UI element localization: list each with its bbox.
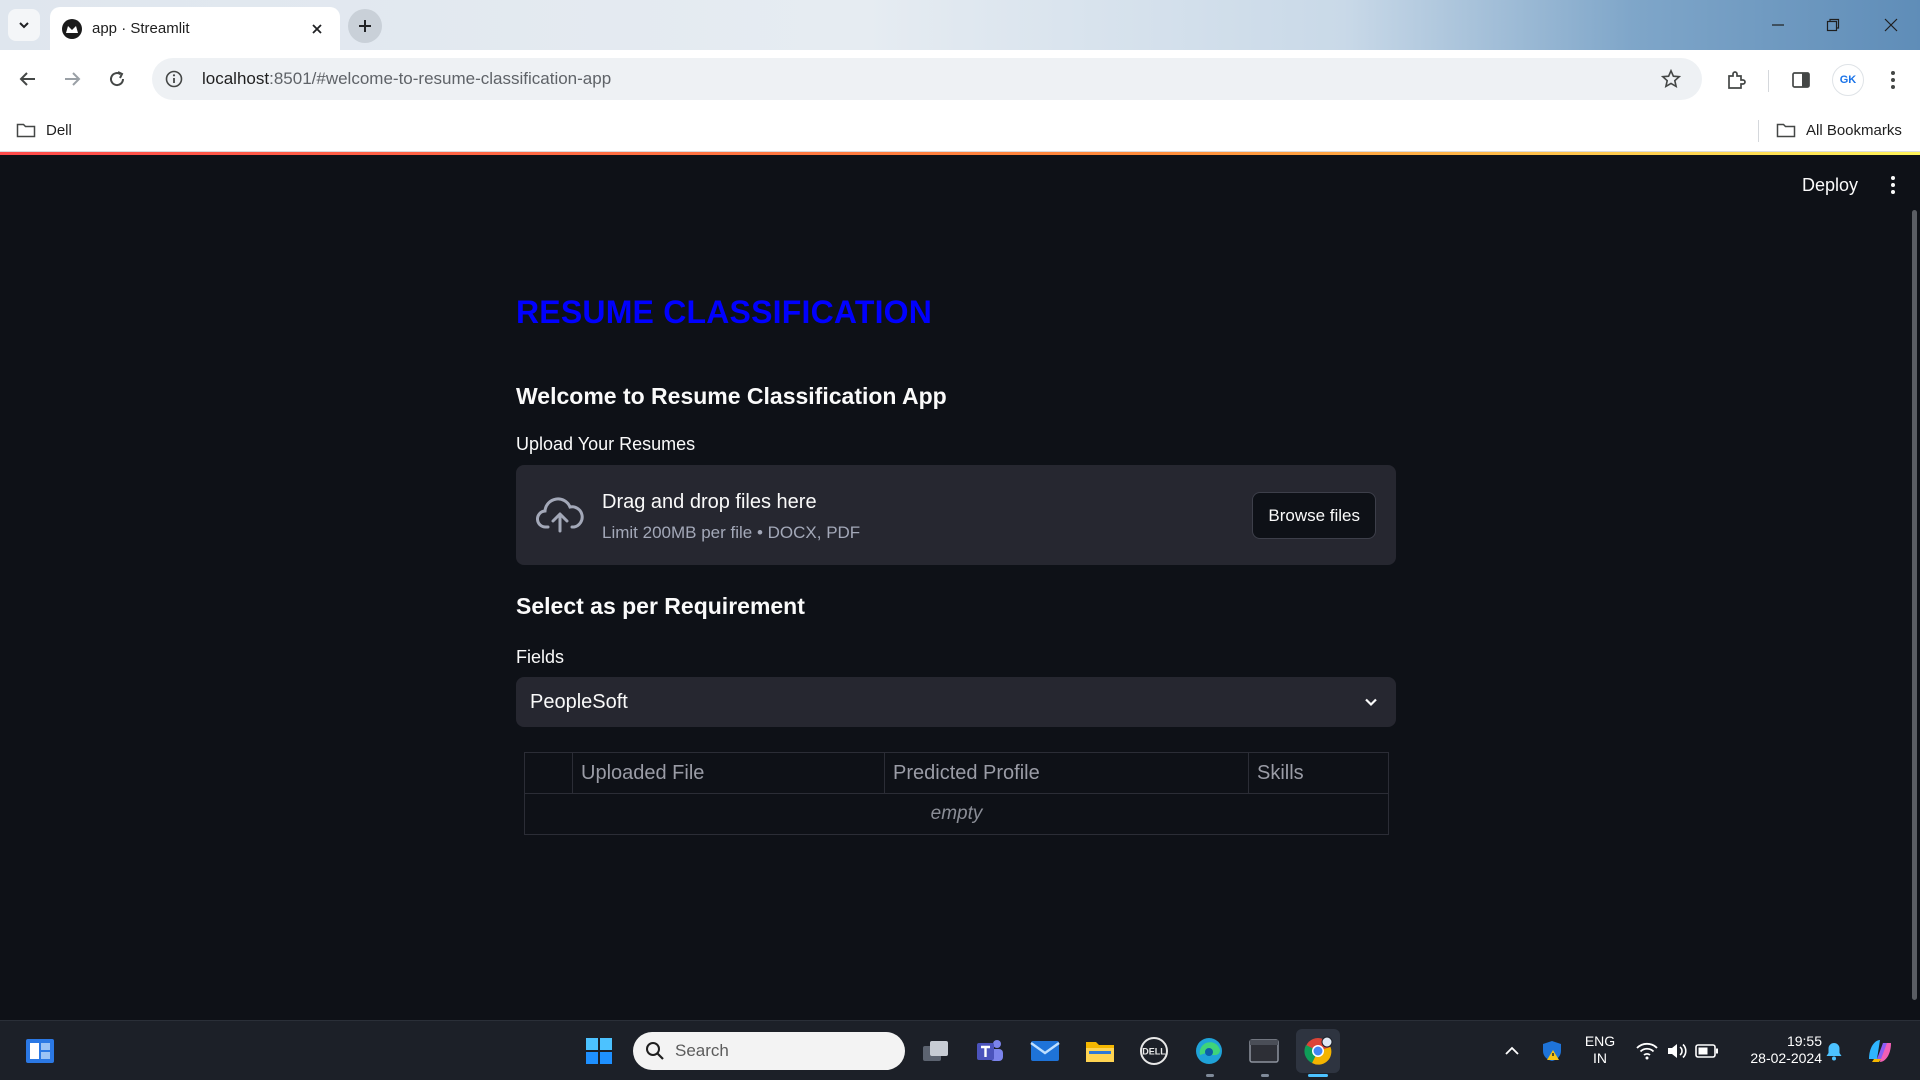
arrow-left-icon: [19, 72, 35, 86]
browse-files-button[interactable]: Browse files: [1252, 492, 1376, 539]
bookmark-star-icon[interactable]: [1656, 64, 1686, 94]
dell-app-icon[interactable]: DELL: [1132, 1029, 1176, 1073]
security-shield-icon[interactable]: [1530, 1029, 1574, 1073]
welcome-heading: Welcome to Resume Classification App: [516, 383, 947, 409]
new-tab-button[interactable]: [348, 9, 382, 43]
close-window-button[interactable]: [1868, 8, 1914, 42]
site-info-icon[interactable]: [160, 65, 188, 93]
scrollbar[interactable]: [1912, 210, 1917, 1000]
language-indicator[interactable]: ENG IN: [1578, 1033, 1622, 1067]
region-label: IN: [1593, 1050, 1607, 1066]
close-icon: [1884, 18, 1898, 32]
app-menu-icon[interactable]: [1878, 169, 1908, 201]
fields-select-value: PeopleSoft: [530, 690, 628, 713]
url-host: localhost: [202, 69, 270, 88]
all-bookmarks-label: All Bookmarks: [1806, 121, 1902, 139]
browser-tab[interactable]: app · Streamlit: [50, 7, 340, 50]
upload-label: Upload Your Resumes: [516, 434, 696, 454]
cloud-upload-icon: [536, 497, 584, 533]
dropzone-instructions: Drag and drop files here: [602, 491, 817, 513]
svg-text:DELL: DELL: [1142, 1047, 1166, 1057]
bookmarks-bar: Dell All Bookmarks: [0, 108, 1920, 152]
tab-search-button[interactable]: [8, 9, 40, 41]
clock-time: 19:55: [1786, 1033, 1822, 1049]
copilot-icon[interactable]: [1858, 1029, 1902, 1073]
column-header-uploaded-file[interactable]: Uploaded File: [573, 753, 885, 794]
file-explorer-icon[interactable]: [1078, 1029, 1122, 1073]
address-bar[interactable]: localhost:8501/#welcome-to-resume-classi…: [152, 58, 1702, 100]
close-tab-icon[interactable]: [306, 18, 328, 40]
language-label: ENG: [1584, 1033, 1616, 1049]
bookmarks-divider: [1758, 120, 1759, 142]
requirement-heading: Select as per Requirement: [516, 593, 805, 619]
battery-icon[interactable]: [1685, 1029, 1729, 1073]
dropzone-limit-text: Limit 200MB per file • DOCX, PDF: [602, 523, 861, 542]
browser-menu-icon[interactable]: [1877, 64, 1909, 96]
reload-button[interactable]: [101, 63, 133, 95]
system-clock[interactable]: 19:55 28-02-2024: [1732, 1033, 1822, 1067]
side-panel-icon[interactable]: [1785, 64, 1817, 96]
chevron-down-icon: [19, 22, 29, 29]
profile-initials: GK: [1839, 74, 1857, 86]
notification-bell-icon[interactable]: [1812, 1029, 1856, 1073]
chrome-active-indicator: [1308, 1074, 1328, 1077]
minimize-button[interactable]: [1755, 8, 1801, 42]
deploy-button[interactable]: Deploy: [1788, 167, 1872, 203]
streamlit-favicon-icon: [62, 18, 82, 39]
windows-start-icon[interactable]: [577, 1029, 621, 1073]
teams-icon[interactable]: [968, 1029, 1012, 1073]
terminal-running-indicator: [1261, 1074, 1269, 1077]
tray-overflow-icon[interactable]: [1490, 1029, 1534, 1073]
table-index-header: [525, 753, 573, 794]
plus-icon: [359, 20, 371, 32]
streamlit-app: Deploy RESUME CLASSIFICATION Welcome to …: [0, 155, 1920, 1020]
fields-select[interactable]: PeopleSoft: [516, 677, 1396, 727]
back-button[interactable]: [12, 63, 44, 95]
arrow-right-icon: [65, 72, 81, 86]
restore-button[interactable]: [1810, 8, 1856, 42]
column-header-skills[interactable]: Skills: [1249, 753, 1388, 794]
folder-icon: [1776, 123, 1796, 138]
all-bookmarks-button[interactable]: All Bookmarks: [1776, 118, 1902, 142]
browser-toolbar: localhost:8501/#welcome-to-resume-classi…: [0, 50, 1920, 108]
edge-icon[interactable]: [1187, 1029, 1231, 1073]
table-empty-message: empty: [930, 803, 983, 824]
taskbar-search-placeholder: Search: [675, 1041, 729, 1060]
chrome-icon[interactable]: [1296, 1029, 1340, 1073]
results-table[interactable]: Uploaded File Predicted Profile Skills e…: [524, 752, 1389, 835]
minimize-icon: [1772, 24, 1784, 26]
task-view-icon[interactable]: [914, 1029, 958, 1073]
page-title: RESUME CLASSIFICATION: [516, 294, 933, 330]
browser-tabstrip: app · Streamlit: [0, 0, 1920, 50]
taskbar-search-box[interactable]: Search: [633, 1032, 905, 1070]
fields-label: Fields: [516, 647, 565, 667]
tab-title: app · Streamlit: [92, 20, 190, 37]
edge-running-indicator: [1206, 1074, 1214, 1077]
restore-icon: [1826, 18, 1840, 32]
extensions-icon[interactable]: [1720, 64, 1752, 96]
profile-avatar[interactable]: GK: [1832, 64, 1864, 96]
toolbar-divider: [1768, 70, 1769, 92]
widgets-icon[interactable]: [18, 1029, 62, 1073]
windows-taskbar: Search DELL ENG IN 19:55 28-02-2024: [0, 1020, 1920, 1080]
reload-icon: [110, 71, 125, 87]
bookmark-folder-dell[interactable]: Dell: [16, 118, 72, 142]
chevron-down-icon: [1360, 691, 1382, 713]
column-header-predicted-profile[interactable]: Predicted Profile: [885, 753, 1249, 794]
search-icon: [646, 1042, 664, 1060]
file-dropzone[interactable]: Drag and drop files here Limit 200MB per…: [516, 465, 1396, 565]
forward-button[interactable]: [56, 63, 88, 95]
clock-date: 28-02-2024: [1750, 1050, 1822, 1066]
terminal-icon[interactable]: [1242, 1029, 1286, 1073]
url-path: :8501/#welcome-to-resume-classification-…: [269, 69, 612, 88]
table-header: Uploaded File Predicted Profile Skills: [525, 753, 1388, 794]
mail-icon[interactable]: [1023, 1029, 1067, 1073]
url-text[interactable]: localhost:8501/#welcome-to-resume-classi…: [202, 69, 1656, 89]
bookmark-folder-label: Dell: [46, 121, 72, 139]
folder-icon: [16, 123, 36, 138]
